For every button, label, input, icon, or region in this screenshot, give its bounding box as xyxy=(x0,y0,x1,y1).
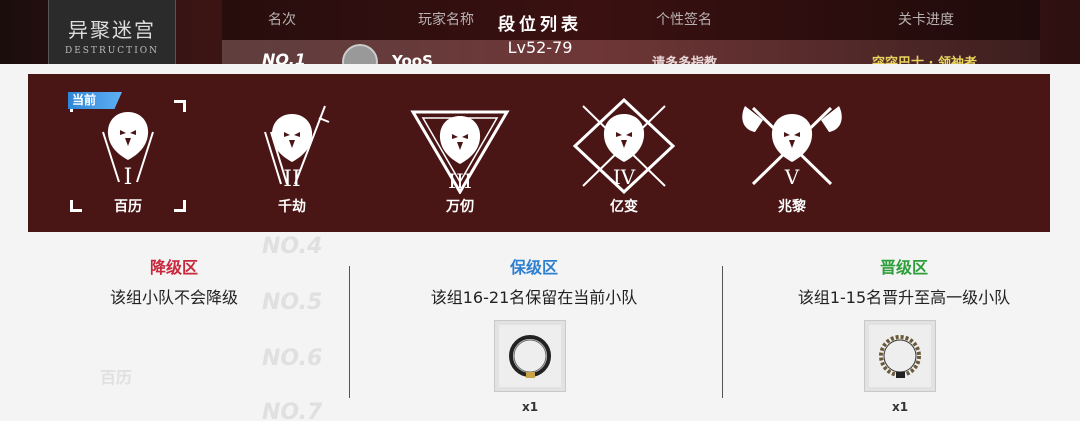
ghost-rank-name: 百历 xyxy=(100,368,133,387)
rank-item-1[interactable]: I 百历 xyxy=(68,92,188,216)
rank-item-4[interactable]: IV 亿变 xyxy=(564,92,684,216)
col-signature: 个性签名 xyxy=(656,12,712,28)
rank-2-emblem-icon: II xyxy=(264,105,330,192)
popup-title-area: 段位列表 Lv52-79 xyxy=(440,10,640,57)
rank-list-popup: NO.4 NO.5 NO.6 NO.7 百历 I 百历 当前 II 千劫 III… xyxy=(0,64,1080,421)
ghost-row-rank: NO.7 xyxy=(262,400,323,421)
rank-item-3[interactable]: III 万仞 xyxy=(400,92,520,216)
rank-4-emblem-icon: IV xyxy=(572,98,676,194)
svg-text:V: V xyxy=(784,165,800,189)
svg-text:I: I xyxy=(124,165,133,190)
level-range: Lv52-79 xyxy=(507,38,573,57)
demote-zone-desc: 该组小队不会降级 xyxy=(109,288,238,307)
rank-1-emblem-icon: I xyxy=(102,112,154,190)
rank-3-emblem-icon: III xyxy=(410,110,510,194)
current-badge: 当前 xyxy=(68,92,122,109)
col-rank: 名次 xyxy=(268,12,296,28)
rank-strip: I 百历 当前 II 千劫 III 万仞 IV 亿变 V 兆黎 xyxy=(28,74,1050,232)
rank-5-emblem-icon: V xyxy=(742,106,842,189)
reward-slot xyxy=(499,325,561,387)
keep-zone-desc: 该组16-21名保留在当前小队 xyxy=(430,288,638,307)
keep-reward-item[interactable] xyxy=(494,320,566,392)
col-progress: 关卡进度 xyxy=(898,12,954,28)
svg-text:IV: IV xyxy=(613,165,636,189)
keep-reward-count: x1 xyxy=(521,400,539,414)
reward-slot xyxy=(869,325,931,387)
divider xyxy=(722,266,723,398)
rank-item-2[interactable]: II 千劫 xyxy=(232,92,352,216)
logo-subtitle: DESTRUCTION xyxy=(64,46,159,56)
promote-zone: 晋级区 该组1-15名晋升至高一级小队 xyxy=(748,254,1060,308)
rank-name: 百历 xyxy=(114,199,142,215)
promote-zone-title: 晋级区 xyxy=(879,258,928,277)
keep-zone: 保级区 该组16-21名保留在当前小队 xyxy=(372,254,696,308)
page-title: 段位列表 xyxy=(498,15,582,35)
svg-text:II: II xyxy=(283,167,300,192)
demote-zone: 降级区 该组小队不会降级 xyxy=(60,254,288,308)
rank-name: 千劫 xyxy=(278,199,306,215)
bracelet-icon xyxy=(879,335,921,378)
bracelet-icon xyxy=(509,335,551,378)
promote-reward-item[interactable] xyxy=(864,320,936,392)
promote-reward-count: x1 xyxy=(891,400,909,414)
game-logo: 异聚迷宫 DESTRUCTION xyxy=(48,0,176,64)
svg-text:III: III xyxy=(448,169,472,193)
promote-zone-desc: 该组1-15名晋升至高一级小队 xyxy=(797,288,1011,307)
ghost-row-rank: NO.6 xyxy=(262,346,323,371)
divider xyxy=(349,266,350,398)
rank-item-5[interactable]: V 兆黎 xyxy=(732,92,852,216)
rank-name: 兆黎 xyxy=(778,199,806,215)
keep-zone-title: 保级区 xyxy=(509,258,558,277)
logo-title: 异聚迷宫 xyxy=(68,18,156,42)
rank-name: 亿变 xyxy=(610,199,638,215)
rank-name: 万仞 xyxy=(446,199,474,215)
demote-zone-title: 降级区 xyxy=(149,258,198,277)
